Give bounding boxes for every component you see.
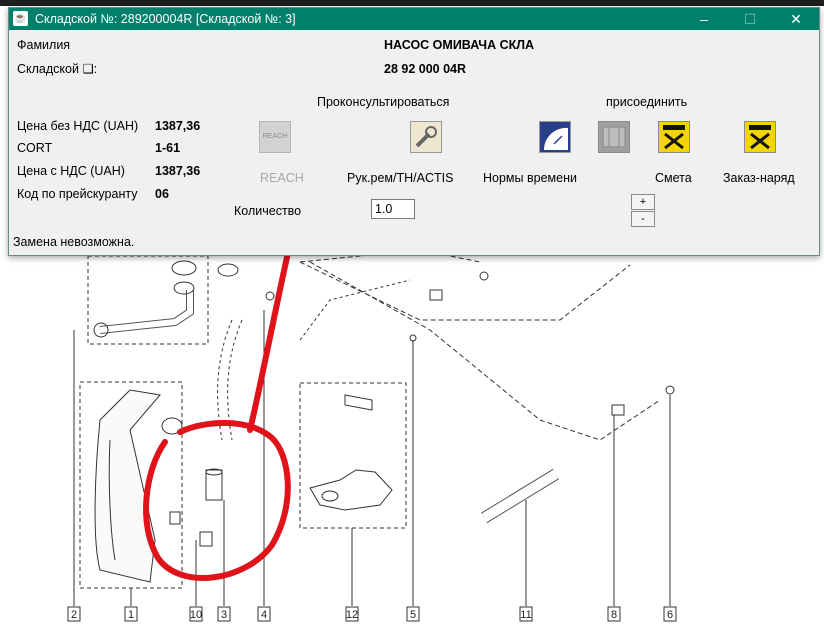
callout-number: 12 xyxy=(346,609,358,621)
callout-number: 11 xyxy=(520,609,531,621)
cort-value: 1-61 xyxy=(155,141,181,155)
repair-label: Рук.рем/TH/ACTIS xyxy=(347,171,454,185)
callout-number: 4 xyxy=(261,609,267,621)
time-norms-button[interactable] xyxy=(539,121,571,153)
estimate-button[interactable] xyxy=(658,121,690,153)
repair-manual-button[interactable] xyxy=(410,121,442,153)
cort-label: CORT xyxy=(17,141,53,155)
clock-icon xyxy=(540,122,570,152)
stock-label: Складской ❏: xyxy=(17,62,98,76)
stock-number: 28 92 000 04R xyxy=(384,62,467,76)
close-button[interactable]: ✕ xyxy=(773,8,819,30)
callout-number: 5 xyxy=(410,609,416,621)
attach-section-label: присоединить xyxy=(606,95,688,109)
callout-number: 10 xyxy=(190,609,202,621)
quantity-label: Количество xyxy=(234,204,302,218)
name-label: Фамилия xyxy=(17,38,71,52)
time-norms-label: Нормы времени xyxy=(483,171,577,185)
part-name: НАСОС ОМИВАЧА СКЛА xyxy=(384,38,535,52)
reach-icon: REACH xyxy=(262,133,288,140)
box-icon xyxy=(602,126,626,148)
quantity-input[interactable]: 1.0 xyxy=(371,199,415,219)
estimate-label: Смета xyxy=(655,171,692,185)
java-icon: ☕ xyxy=(13,11,28,26)
window-title: Складской №: 289200004R [Складской №: 3] xyxy=(35,12,296,26)
title-bar[interactable]: ☕ Складской №: 289200004R [Складской №: … xyxy=(9,8,819,30)
price-code-label: Код по прейскуранту xyxy=(17,187,138,201)
price-code-value: 06 xyxy=(155,187,169,201)
reach-label: REACH xyxy=(260,171,304,185)
callout-number: 2 xyxy=(71,609,77,621)
price-vat-value: 1387,36 xyxy=(155,164,201,178)
quantity-plus-button[interactable]: + xyxy=(631,194,655,210)
maximize-button[interactable]: ☐ xyxy=(727,8,773,30)
work-order-button[interactable] xyxy=(744,121,776,153)
wrench-icon xyxy=(411,122,441,152)
callout-number: 3 xyxy=(221,609,227,621)
price-label: Цена без НДС (UAH) xyxy=(17,119,139,133)
minimize-button[interactable]: – xyxy=(681,8,727,30)
price-vat-label: Цена с НДС (UAH) xyxy=(17,164,125,178)
quantity-minus-button[interactable]: - xyxy=(631,211,655,227)
consult-section-label: Проконсультироваться xyxy=(317,95,450,109)
work-order-label: Заказ-наряд xyxy=(723,171,795,185)
price-value: 1387,36 xyxy=(155,119,201,133)
status-text: Замена невозможна. xyxy=(13,235,135,249)
work-order-icon xyxy=(745,122,775,152)
callout-number: 6 xyxy=(667,609,673,621)
reach-button[interactable]: REACH xyxy=(259,121,291,153)
callout-number: 1 xyxy=(128,609,134,621)
attach-disabled-button[interactable] xyxy=(598,121,630,153)
callout-number: 8 xyxy=(611,609,617,621)
part-info-dialog: ☕ Складской №: 289200004R [Складской №: … xyxy=(8,7,820,256)
estimate-icon xyxy=(659,122,689,152)
